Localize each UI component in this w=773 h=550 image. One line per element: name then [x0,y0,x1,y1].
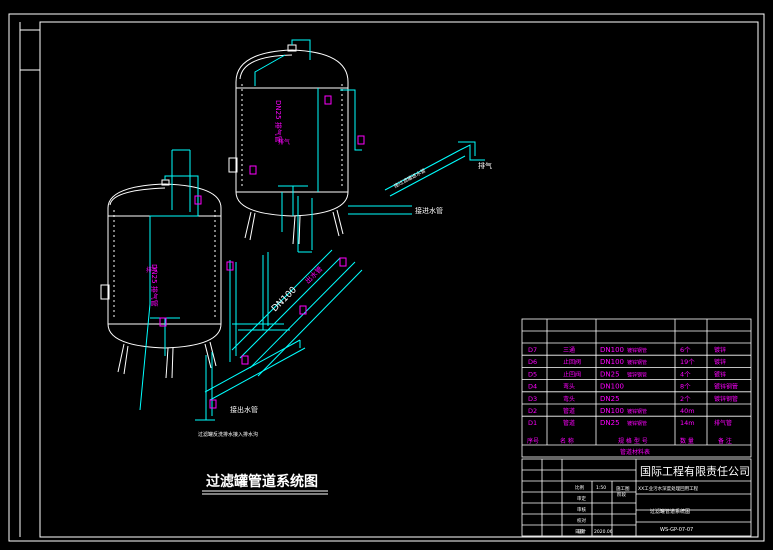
table-header-remark: 备 注 [718,437,732,445]
table-caption: 管道材料表 [620,448,650,456]
table-cell-name: 管道 [563,407,575,415]
table-header-qty: 数 量 [680,437,694,445]
table-cell-code: D5 [528,370,537,378]
title-block-role: 审核 [577,506,586,513]
table-cell-qty: 6个 [680,346,691,354]
table-cell-remark: 镀锌钢管 [714,383,738,391]
table-cell-qty: 2个 [680,395,691,403]
table-cell-name: 弯头 [563,383,575,391]
table-cell-name: 三通 [563,346,575,354]
table-cell-remark: 排气管 [714,419,732,427]
table-cell-remark: 镀锌 [714,346,726,354]
table-cell-code: D3 [528,395,537,403]
vent-label: 排气 [478,161,492,170]
drawing-title: 过滤罐管道系统图 [206,473,318,490]
title-block-role: 审定 [577,495,586,502]
table-cell-qty: 14m [680,419,695,427]
table-cell-code: D7 [528,346,537,354]
main-pipe-label: DN100 [270,285,299,314]
main-pipe-tag: 出水管 [303,264,324,285]
table-cell-name: 止回阀 [563,370,581,378]
right-tank-pipe-label: DN25 排气管 [274,100,283,143]
left-tank-tag: 排气 [146,266,158,274]
right-tank-tag: 排气 [278,138,290,146]
table-cell-remark: 镀锌 [714,370,726,378]
table-cell-qty: 8个 [680,383,691,391]
table-cell-spec-note: 镀锌钢管 [627,371,647,378]
inner-frame [39,21,759,538]
scale-label: 比例 [575,484,584,491]
stage-label: 施工图 [616,485,630,492]
table-cell-spec: DN100 [600,383,624,391]
table-cell-name: 止回阀 [563,358,581,366]
table-cell-code: D6 [528,358,537,366]
table-header-name: 名 称 [560,437,574,445]
table-cell-spec-note: 镀锌钢管 [627,408,647,415]
table-cell-code: D4 [528,383,537,391]
table-cell-spec: DN25 [600,395,620,403]
table-cell-spec: DN100 [600,407,624,415]
table-cell-qty: 19个 [680,358,695,366]
pipe-network [139,39,485,421]
table-cell-spec-note: 镀锌钢管 [627,359,647,366]
stage-label-2: 阶段 [617,491,626,498]
project-name: XX工业污水深度处理回用工程 [638,485,699,492]
outlet-bottom-label: 接出水管 [230,405,258,414]
drawing-number: WS-GP-07-07 [660,527,693,533]
table-cell-code: D1 [528,419,537,427]
table-header-spec: 规 格 型 号 [618,437,648,445]
sheet-name: 过滤罐管道系统图 [650,508,690,515]
title-block-role: 设计 [577,528,586,535]
bottom-note: 过滤罐反洗排水接入排水沟 [198,431,258,438]
diagonal-note: 接过滤罐进水管 [393,167,427,190]
outer-frame [8,13,765,542]
table-cell-spec-note: 镀锌钢管 [627,420,647,427]
table-cell-qty: 40m [680,407,695,415]
table-cell-spec: DN100 [600,346,624,354]
table-cell-spec-note: 镀锌钢管 [627,347,647,354]
table-header-code: 序号 [527,437,539,445]
table-cell-qty: 4个 [680,370,691,378]
table-cell-name: 弯头 [563,395,575,403]
table-cell-code: D2 [528,407,537,415]
cad-drawing-canvas: DN25 排气管 排气 DN25 排气管 排气 DN100 出水管 接进水管 接… [8,13,765,542]
date-value: 2020.06 [594,529,613,535]
table-cell-spec: DN25 [600,370,620,378]
inlet-right-label: 接进水管 [415,206,443,215]
company-name: 国际工程有限责任公司 [640,464,750,478]
scale-value: 1:50 [596,485,606,491]
table-cell-name: 管道 [563,419,575,427]
table-cell-spec: DN100 [600,358,624,366]
title-block-role: 校对 [577,517,586,524]
left-filter-tank [100,179,222,379]
table-cell-remark: 镀锌 [714,358,726,366]
table-cell-spec: DN25 [600,419,620,427]
table-cell-remark: 镀锌钢管 [714,395,738,403]
